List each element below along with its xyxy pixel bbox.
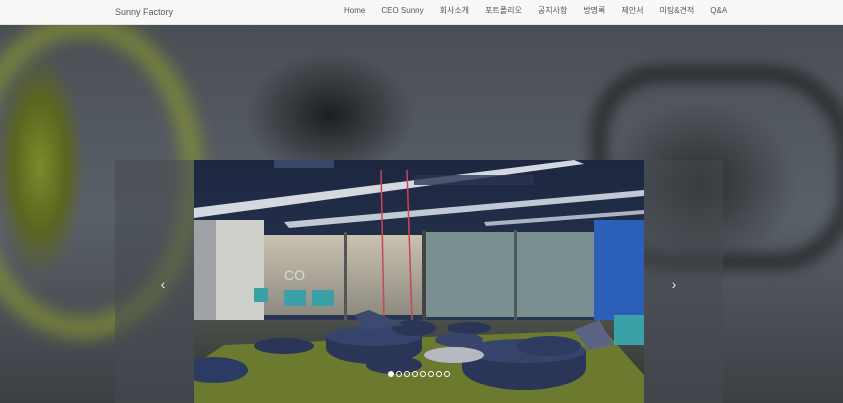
carousel-indicator-dot[interactable] (444, 371, 450, 377)
nav-item-portfolio[interactable]: 포트폴리오 (477, 0, 530, 24)
nav-menu: Home CEO Sunny 회사소개 포트폴리오 공지사항 방명록 제안서 미… (336, 0, 735, 24)
carousel-indicator-dot[interactable] (404, 371, 410, 377)
top-navbar: Sunny Factory Home CEO Sunny 회사소개 포트폴리오 … (0, 0, 843, 25)
nav-item-home[interactable]: Home (336, 0, 373, 24)
svg-text:CO: CO (284, 267, 305, 283)
carousel-next-button[interactable]: › (659, 270, 689, 300)
carousel-indicator-dot[interactable] (396, 371, 402, 377)
chevron-right-icon: › (671, 276, 677, 292)
chevron-left-icon: ‹ (160, 276, 166, 292)
carousel-indicator-dot[interactable] (388, 371, 394, 377)
carousel-indicator-dot[interactable] (436, 371, 442, 377)
office-lounge-photo: CO (194, 160, 644, 403)
nav-item-ceo[interactable]: CEO Sunny (373, 0, 431, 24)
nav-item-meeting-quote[interactable]: 미팅&견적 (652, 0, 703, 24)
carousel-indicator-dot[interactable] (420, 371, 426, 377)
nav-item-guestbook[interactable]: 방명록 (575, 0, 613, 24)
carousel-prev-button[interactable]: ‹ (148, 270, 178, 300)
nav-item-company[interactable]: 회사소개 (432, 0, 477, 24)
nav-item-qna[interactable]: Q&A (702, 0, 735, 24)
nav-item-proposal[interactable]: 제안서 (613, 0, 651, 24)
carousel-slide-image: CO (194, 160, 644, 403)
nav-item-notice[interactable]: 공지사항 (530, 0, 575, 24)
brand-link[interactable]: Sunny Factory (115, 0, 173, 24)
carousel-indicator-dot[interactable] (428, 371, 434, 377)
carousel-indicator-dot[interactable] (412, 371, 418, 377)
carousel-indicators (388, 371, 450, 377)
